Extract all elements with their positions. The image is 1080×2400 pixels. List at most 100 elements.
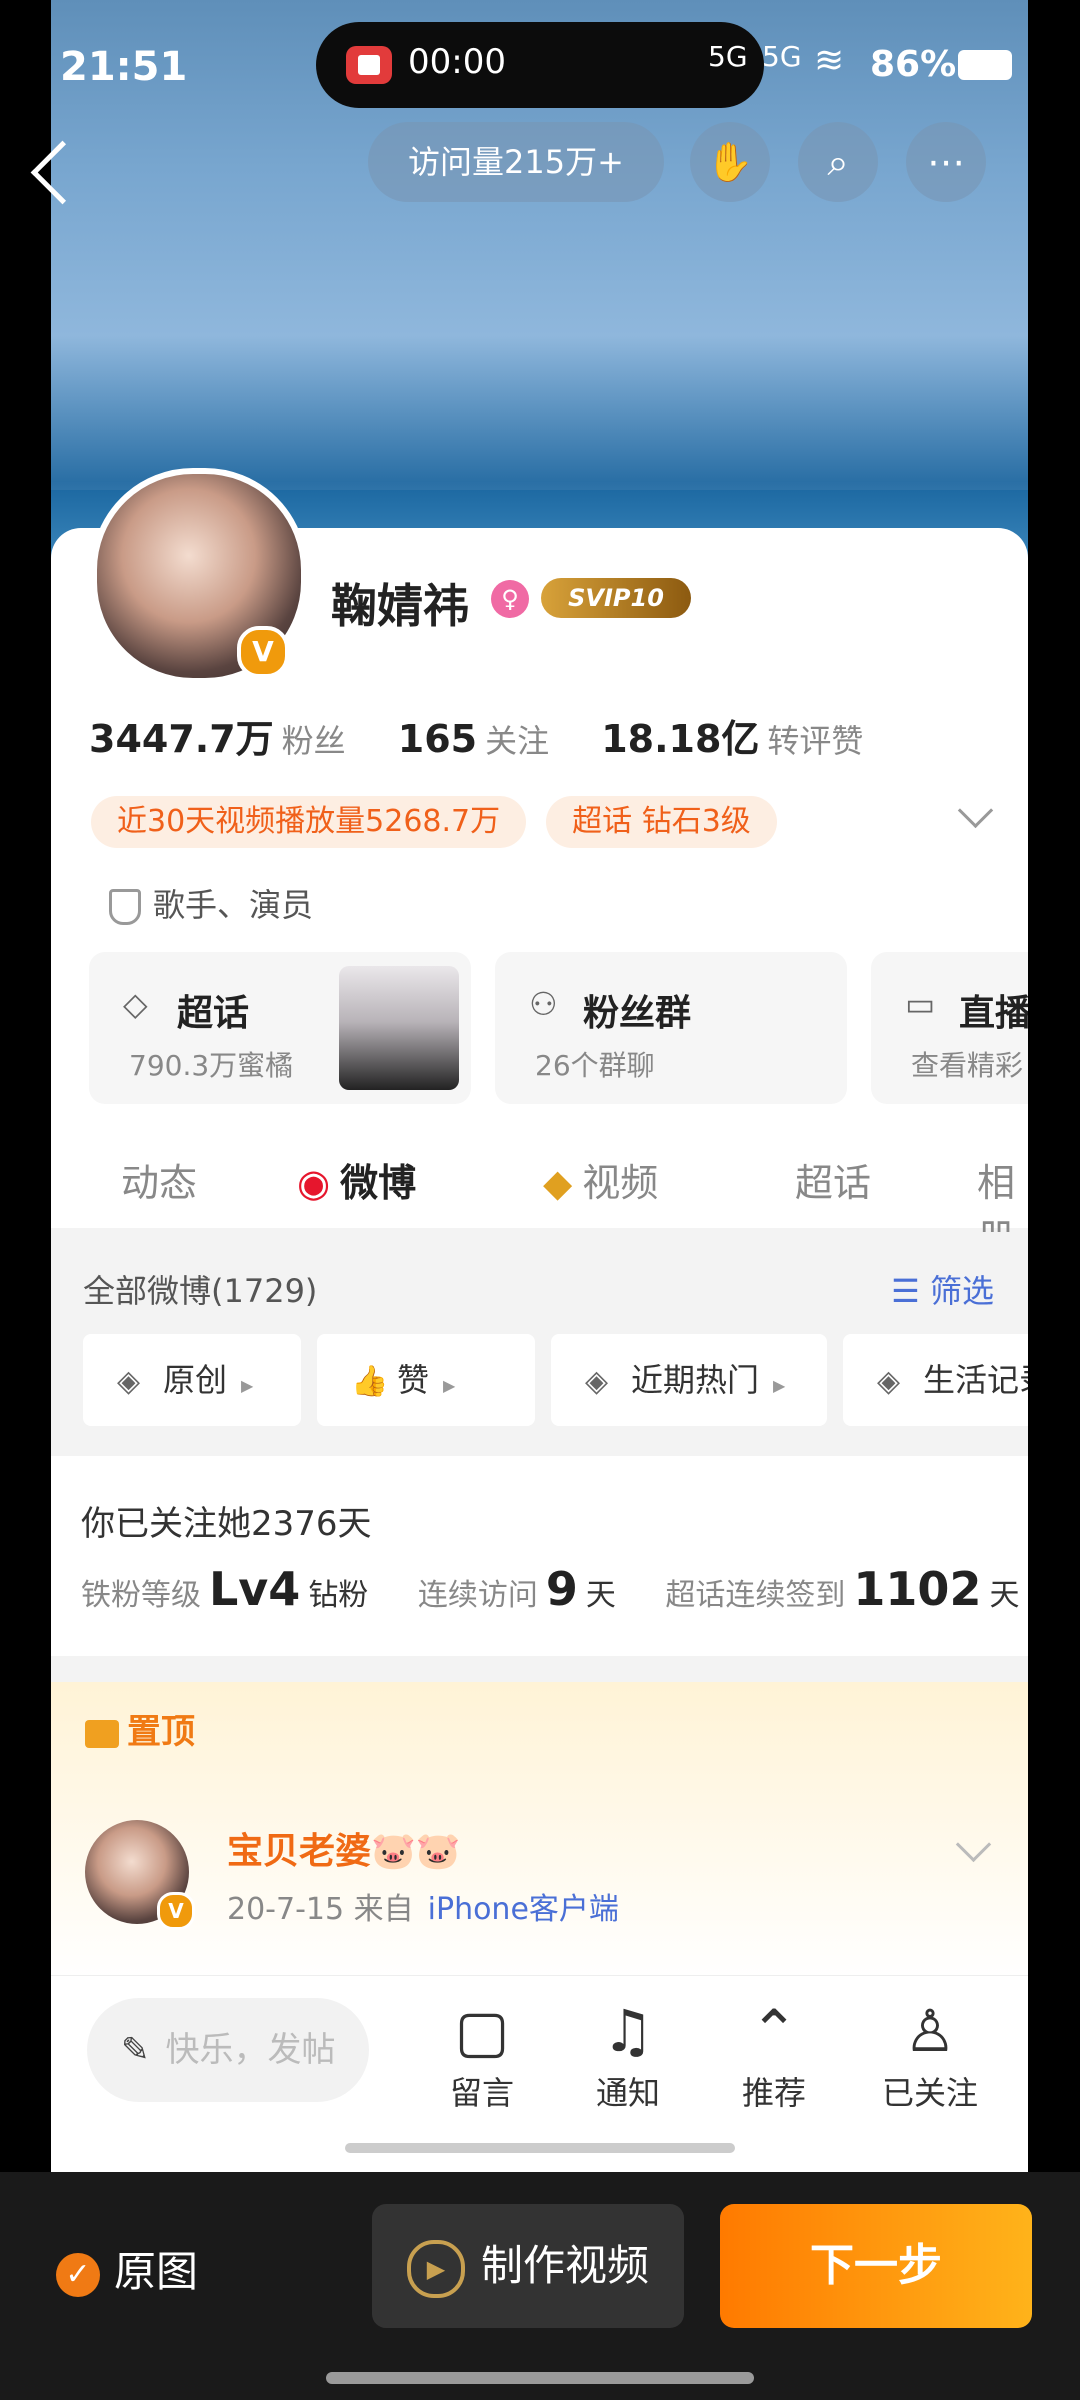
battery-icon [958,50,1012,80]
video-play-tag[interactable]: 近30天视频播放量5268.7万 [91,796,527,848]
supertopic-thumbnail [339,966,459,1090]
fan-stats-panel: 你已关注她2376天 铁粉等级 Lv4 钻粉 连续访问 9 天 超话连续签到 1102 天 [51,1456,1028,1656]
post-meta: 20-7-15 来自 iPhone客户端 [227,1884,619,1928]
female-icon: ♀ [491,580,529,618]
tab-supertopic[interactable]: 超话 [795,1152,871,1207]
post-source[interactable]: iPhone客户端 [428,1892,619,1927]
svip-badge[interactable]: SVIP10 [541,578,691,618]
hand-icon[interactable]: ✋ [690,122,770,202]
profile-nav: 访问量215万+ ✋ ⌕ ⋯ [0,120,1080,210]
make-video-label: 制作视频 [480,2241,649,2290]
filter-hot[interactable]: ◈ 近期热门 ▶ [551,1334,827,1426]
supertopic-sub: 790.3万蜜橘 [129,1049,294,1082]
editor-footer: ✓ 原图 ▶ 制作视频 下一步 [0,2172,1080,2400]
filter-life[interactable]: ◈ 生活记录 [843,1334,1028,1426]
visit-unit: 天 [585,1578,616,1613]
pinned-text: 置顶 [127,1712,195,1752]
post-more-chevron-icon[interactable] [955,1826,992,1863]
shield-icon [109,889,141,925]
pinned-label: 置顶 [85,1704,195,1753]
search-icon[interactable]: ⌕ [798,122,878,202]
likes-label: 转评赞 [767,722,864,760]
visits-pill[interactable]: 访问量215万+ [368,122,664,202]
caret-right-icon: ▶ [241,1376,254,1395]
filter-button[interactable]: ☰ 筛选 [891,1266,994,1312]
visit-label: 连续访问 [417,1578,538,1613]
likes-count: 18.18亿 [601,717,760,761]
supertopic-card[interactable]: ◇ 超话 790.3万蜜橘 [89,952,471,1104]
filter-hot-label: 近期热门 [631,1361,760,1399]
following-label-btn: 已关注 [881,2074,978,2112]
following-button[interactable]: ♙ 已关注 [865,1996,995,2114]
following-count[interactable]: 165 [398,717,477,761]
profile-tags: 近30天视频播放量5268.7万 超话 钻石3级 [91,796,797,848]
weibo-logo-icon: ◉ [297,1161,331,1205]
expand-chevron-icon[interactable] [957,792,994,829]
live-title: 直播 [959,993,1028,1034]
record-time: 00:00 [408,42,506,82]
original-label: 原图 [114,2247,199,2296]
thumbs-up-icon: 👍 [351,1364,389,1399]
tab-weibo[interactable]: ◉ 微博 [297,1152,416,1207]
user-check-icon: ♙ [904,1997,956,2065]
fan-group-title: 粉丝群 [583,993,692,1034]
message-icon: ▢ [454,1997,510,2065]
message-button[interactable]: ▢ 留言 [427,1996,537,2114]
fan-level-value: Lv4 [209,1562,301,1616]
filter-icon: ☰ [891,1272,930,1310]
profile-stats: 3447.7万 粉丝 165 关注 18.18亿 转评赞 [89,708,903,763]
play-icon: ▶ [406,2239,465,2298]
tab-video[interactable]: ◆ 视频 [543,1152,658,1207]
crown-icon [85,1719,119,1748]
layers-icon: ◈ [117,1364,141,1399]
status-bar: 21:51 00:00 5G 5G ≋ 86% [0,0,1080,130]
compose-input[interactable]: ✎ 快乐，发帖 [87,1998,369,2102]
notify-button[interactable]: ♫ 通知 [573,1996,683,2114]
post-author[interactable]: 宝贝老婆🐷🐷 [227,1822,461,1874]
app-screen: V 鞠婧祎 ♀ SVIP10 3447.7万 粉丝 165 关注 18.18亿 转评赞… [51,0,1028,2172]
next-step-button[interactable]: 下一步 [720,2204,1032,2328]
video-tab-icon: ◆ [543,1161,573,1205]
filter-like[interactable]: 👍 赞 ▶ [317,1334,535,1426]
fan-metrics: 铁粉等级 Lv4 钻粉 连续访问 9 天 超话连续签到 1102 天 [81,1562,1019,1616]
make-video-button[interactable]: ▶ 制作视频 [372,2204,684,2328]
signal-5g-2: 5G [762,40,802,73]
filter-label: 筛选 [929,1272,994,1310]
recommend-button[interactable]: ⌃ 推荐 [719,1996,829,2114]
profile-name: 鞠婧祎 [331,579,469,633]
check-icon: ✓ [56,2252,100,2297]
battery-percent: 86% [870,44,957,85]
back-icon[interactable] [30,140,95,205]
supertopic-level-tag[interactable]: 超话 钻石3级 [546,796,777,848]
pinned-post[interactable]: 置顶 V 宝贝老婆🐷🐷 20-7-15 来自 iPhone客户端 [51,1682,1028,1982]
followers-count[interactable]: 3447.7万 [89,717,274,761]
clock: 21:51 [60,44,188,90]
filter-original[interactable]: ◈ 原创 ▶ [83,1334,301,1426]
feature-cards: ◇ 超话 790.3万蜜橘 ⚇ 粉丝群 26个群聊 ▭ 直播 查看精彩 [89,952,1028,1104]
wifi-icon: ≋ [814,40,845,81]
following-label[interactable]: 关注 [485,722,549,760]
verified-badge-icon: V [157,1892,195,1930]
post-date: 20-7-15 [227,1892,345,1927]
supertopic-title: 超话 [177,993,250,1034]
screen-record-pill[interactable]: 00:00 [316,22,764,108]
profile-card: V 鞠婧祎 ♀ SVIP10 3447.7万 粉丝 165 关注 18.18亿 转评赞… [51,468,1028,1260]
tab-video-label: 视频 [582,1161,659,1205]
diamond-icon: ◇ [123,985,148,1023]
system-home-indicator [326,2372,754,2384]
more-icon[interactable]: ⋯ [906,122,986,202]
group-icon: ⚇ [529,985,558,1023]
verified-badge-icon: V [237,626,289,678]
visit-value: 9 [545,1562,578,1616]
live-card[interactable]: ▭ 直播 查看精彩 [871,952,1028,1104]
tab-dynamic[interactable]: 动态 [121,1152,197,1207]
weibo-filter-bar: 全部微博(1729) ☰ 筛选 ◈ 原创 ▶ 👍赞 ▶ ◈ 近期热门 ▶ ◈ 生活记录 [51,1232,1028,1462]
filter-like-label: 赞 [397,1361,430,1399]
fan-level-unit: 钻粉 [308,1578,369,1613]
sign-label: 超话连续签到 [665,1578,846,1613]
followers-label[interactable]: 粉丝 [282,722,346,760]
layers-icon: ◈ [585,1364,609,1399]
fan-group-card[interactable]: ⚇ 粉丝群 26个群聊 [495,952,847,1104]
original-image-toggle[interactable]: ✓ 原图 [56,2238,198,2299]
sign-unit: 天 [989,1578,1020,1613]
